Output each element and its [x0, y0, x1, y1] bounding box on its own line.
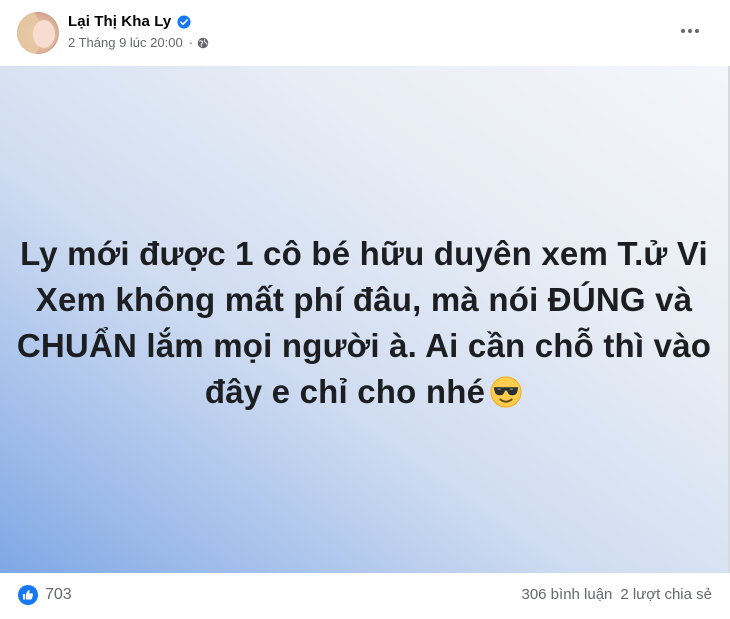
globe-icon[interactable] [197, 37, 209, 49]
facebook-post: Lại Thị Kha Ly 2 Tháng 9 lúc 20:00 · Ly … [0, 0, 730, 619]
engagement-stats: 306 bình luận 2 lượt chia sẻ [521, 586, 712, 603]
post-timestamp[interactable]: 2 Tháng 9 lúc 20:00 [68, 35, 183, 50]
avatar-face [33, 20, 55, 48]
reactions-summary[interactable]: 703 [18, 585, 72, 605]
author-name[interactable]: Lại Thị Kha Ly [68, 13, 171, 30]
post-media[interactable]: Ly mới được 1 cô bé hữu duyên xem T.ử Vi… [0, 66, 730, 573]
content-line-text: đây e chỉ cho nhé [204, 373, 486, 410]
content-line: Xem không mất phí đâu, mà nói ĐÚNG và [35, 281, 693, 318]
author-row: Lại Thị Kha Ly [68, 13, 191, 30]
reaction-count: 703 [45, 586, 72, 603]
verified-badge-icon [177, 14, 191, 29]
content-line: Ly mới được 1 cô bé hữu duyên xem T.ử Vi [20, 235, 708, 272]
author-avatar[interactable] [17, 12, 59, 54]
comments-count-link[interactable]: 306 bình luận [521, 586, 612, 603]
sunglasses-emoji-icon [489, 375, 523, 409]
post-footer: 703 306 bình luận 2 lượt chia sẻ [0, 573, 730, 619]
like-icon [18, 585, 38, 605]
more-options-button[interactable] [672, 16, 708, 46]
post-meta: 2 Tháng 9 lúc 20:00 · [68, 35, 209, 50]
shares-count-link[interactable]: 2 lượt chia sẻ [620, 586, 712, 603]
more-dots-icon [681, 29, 685, 33]
post-content-text: Ly mới được 1 cô bé hữu duyên xem T.ử Vi… [0, 231, 728, 415]
content-line: CHUẨN lắm mọi người à. Ai cần chỗ thì và… [16, 327, 712, 364]
content-line-last: đây e chỉ cho nhé [0, 369, 728, 415]
post-header: Lại Thị Kha Ly 2 Tháng 9 lúc 20:00 · [0, 0, 730, 66]
meta-separator: · [188, 35, 194, 50]
